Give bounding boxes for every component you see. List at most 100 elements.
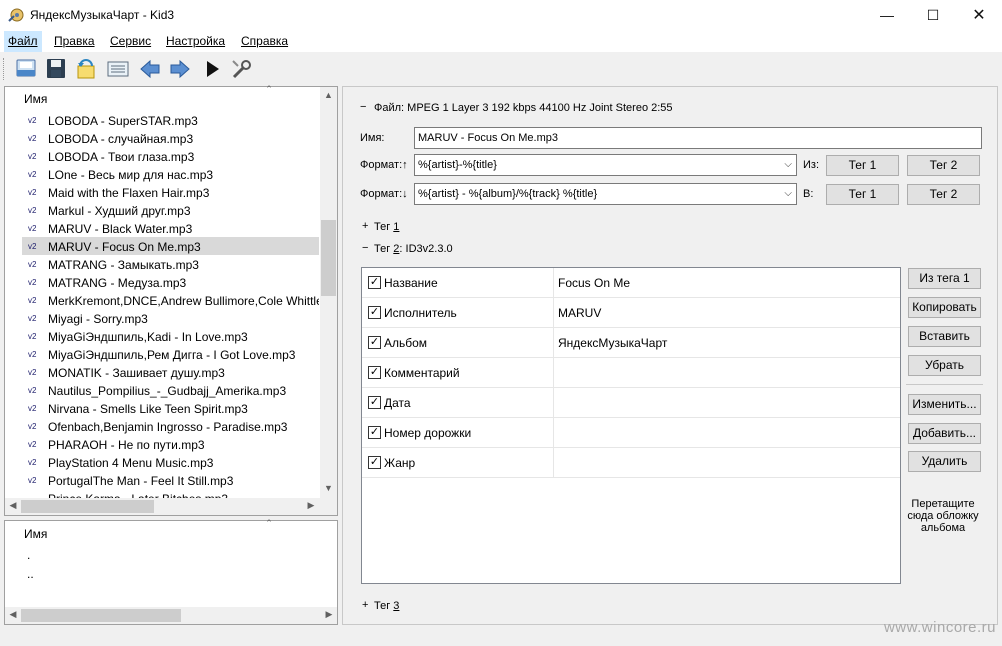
vscroll-thumb[interactable] bbox=[321, 220, 336, 296]
frame-checkbox[interactable]: ✓ bbox=[368, 336, 381, 349]
tag3-header[interactable]: Тег 3 bbox=[374, 600, 399, 612]
tag1-number: 1 bbox=[393, 221, 400, 233]
file-section-toggle[interactable]: − bbox=[360, 101, 366, 113]
file-list-vscrollbar[interactable]: ▲ ▼ bbox=[320, 87, 337, 498]
frame-checkbox[interactable]: ✓ bbox=[368, 396, 381, 409]
from-tag1-copy-button[interactable]: Из тега 1 bbox=[908, 268, 981, 289]
to-tag1-button[interactable]: Тег 1 bbox=[826, 184, 899, 205]
frame-checkbox[interactable]: ✓ bbox=[368, 276, 381, 289]
dir-scroll-right-icon[interactable]: ▶ bbox=[323, 609, 335, 620]
frame-checkbox[interactable]: ✓ bbox=[368, 306, 381, 319]
tag2-toggle[interactable]: − bbox=[362, 242, 368, 254]
file-row[interactable]: v2 Maid with the Flaxen Hair.mp3 bbox=[22, 183, 319, 201]
frame-row[interactable]: ✓ Альбом ЯндексМузыкаЧарт bbox=[362, 328, 900, 358]
file-row[interactable]: v2 LOBODA - SuperSTAR.mp3 bbox=[22, 111, 319, 129]
frame-value[interactable]: Focus On Me bbox=[558, 268, 630, 298]
dir-list-header[interactable]: Имя bbox=[24, 527, 47, 541]
minimize-button[interactable]: — bbox=[864, 0, 910, 31]
file-row[interactable]: v2 PortugalThe Man - Feel It Still.mp3 bbox=[22, 471, 319, 489]
revert-button[interactable] bbox=[72, 56, 100, 82]
file-row[interactable]: v2 Miyagi - Sorry.mp3 bbox=[22, 309, 319, 327]
menu-settings[interactable]: Настройка bbox=[162, 31, 229, 52]
file-row[interactable]: v2 MerkKremont,DNCE,Andrew Bullimore,Cole… bbox=[22, 291, 319, 309]
maximize-button[interactable]: ☐ bbox=[910, 0, 956, 31]
dir-list-hscrollbar[interactable]: ◀ ▶ bbox=[5, 607, 337, 624]
next-file-button[interactable] bbox=[166, 56, 194, 82]
delete-frame-button[interactable]: Удалить bbox=[908, 451, 981, 472]
format-up-combo[interactable]: %{artist}-%{title} ⌵ bbox=[414, 154, 797, 176]
scroll-down-icon[interactable]: ▼ bbox=[320, 483, 337, 493]
scroll-right-icon[interactable]: ▶ bbox=[305, 500, 317, 511]
file-row[interactable]: v2 LOne - Весь мир для нас.mp3 bbox=[22, 165, 319, 183]
file-row[interactable]: v2 Ofenbach,Benjamin Ingrosso - Paradise.… bbox=[22, 417, 319, 435]
to-tag2-button[interactable]: Тег 2 bbox=[907, 184, 980, 205]
frame-row[interactable]: ✓ Исполнитель MARUV bbox=[362, 298, 900, 328]
dir-item-current[interactable]: . bbox=[27, 548, 30, 562]
hscroll-thumb[interactable] bbox=[21, 500, 154, 513]
file-row[interactable]: v2 Nautilus_Pompilius_-_Gudbajj_Amerika.m… bbox=[22, 381, 319, 399]
file-row[interactable]: v2 MONATIK - Зашивает душу.mp3 bbox=[22, 363, 319, 381]
tag3-toggle[interactable]: + bbox=[362, 599, 368, 611]
frame-name: Жанр bbox=[384, 456, 416, 470]
menu-file[interactable]: Файл bbox=[4, 31, 42, 52]
file-row[interactable]: v2 MiyaGiЭндшпиль,Kadi - In Love.mp3 bbox=[22, 327, 319, 345]
file-row[interactable]: v2 MARUV - Focus On Me.mp3 bbox=[22, 237, 319, 255]
file-row[interactable]: v2 PlayStation 4 Menu Music.mp3 bbox=[22, 453, 319, 471]
play-button[interactable] bbox=[198, 56, 226, 82]
dir-hscroll-thumb[interactable] bbox=[21, 609, 181, 622]
open-folder-button[interactable] bbox=[12, 56, 40, 82]
tag1-header[interactable]: Тег 1 bbox=[374, 221, 399, 233]
close-button[interactable]: ✕ bbox=[956, 0, 1002, 31]
file-name: Nautilus_Pompilius_-_Gudbajj_Amerika.mp3 bbox=[48, 383, 287, 398]
dir-item-parent[interactable]: .. bbox=[27, 567, 34, 581]
frame-checkbox[interactable]: ✓ bbox=[368, 456, 381, 469]
file-row[interactable]: v2 MiyaGiЭндшпиль,Рем Дигга - I Got Love.… bbox=[22, 345, 319, 363]
file-row[interactable]: v2 Nirvana - Smells Like Teen Spirit.mp3 bbox=[22, 399, 319, 417]
scroll-left-icon[interactable]: ◀ bbox=[7, 500, 19, 511]
file-row[interactable]: v2 Markul - Худший друг.mp3 bbox=[22, 201, 319, 219]
frame-row[interactable]: ✓ Дата bbox=[362, 388, 900, 418]
paste-button[interactable]: Вставить bbox=[908, 326, 981, 347]
from-tag2-button[interactable]: Тег 2 bbox=[907, 155, 980, 176]
file-row[interactable]: v2 PHARAOH - Не по пути.mp3 bbox=[22, 435, 319, 453]
chevron-down-icon[interactable]: ⌵ bbox=[784, 184, 792, 204]
frame-checkbox[interactable]: ✓ bbox=[368, 366, 381, 379]
edit-frame-button[interactable]: Изменить... bbox=[908, 394, 981, 415]
frame-value[interactable]: ЯндексМузыкаЧарт bbox=[558, 328, 667, 358]
name-label: Имя: bbox=[360, 132, 385, 144]
copy-button[interactable]: Копировать bbox=[908, 297, 981, 318]
frame-row[interactable]: ✓ Название Focus On Me bbox=[362, 268, 900, 298]
frame-row[interactable]: ✓ Комментарий bbox=[362, 358, 900, 388]
file-list-hscrollbar[interactable]: ◀ ▶ bbox=[5, 498, 320, 515]
menu-help[interactable]: Справка bbox=[237, 31, 292, 52]
menu-tools[interactable]: Сервис bbox=[106, 31, 155, 52]
frame-row[interactable]: ✓ Номер дорожки bbox=[362, 418, 900, 448]
file-row[interactable]: v2 MATRANG - Медуза.mp3 bbox=[22, 273, 319, 291]
add-frame-button[interactable]: Добавить... bbox=[908, 423, 981, 444]
from-tag1-button[interactable]: Тег 1 bbox=[826, 155, 899, 176]
file-row[interactable]: v2 MATRANG - Замыкать.mp3 bbox=[22, 255, 319, 273]
file-list-header[interactable]: Имя bbox=[24, 92, 47, 106]
filename-input[interactable]: MARUV - Focus On Me.mp3 bbox=[414, 127, 982, 149]
file-row[interactable]: v2 LOBODA - Твои глаза.mp3 bbox=[22, 147, 319, 165]
remove-button[interactable]: Убрать bbox=[908, 355, 981, 376]
tag2-header[interactable]: Тег 2: ID3v2.3.0 bbox=[374, 243, 453, 255]
frame-checkbox[interactable]: ✓ bbox=[368, 426, 381, 439]
file-row[interactable]: v2 MARUV - Black Water.mp3 bbox=[22, 219, 319, 237]
chevron-down-icon[interactable]: ⌵ bbox=[784, 155, 792, 175]
previous-file-button[interactable] bbox=[136, 56, 164, 82]
settings-button[interactable] bbox=[228, 56, 256, 82]
menu-edit[interactable]: Правка bbox=[50, 31, 99, 52]
frame-value[interactable]: MARUV bbox=[558, 298, 601, 328]
file-row[interactable]: Prince Karma - Later Bitches.mp3 bbox=[22, 489, 319, 498]
tag1-toggle[interactable]: + bbox=[362, 220, 368, 232]
save-button[interactable] bbox=[42, 56, 70, 82]
format-down-combo[interactable]: %{artist} - %{album}/%{track} %{title} ⌵ bbox=[414, 183, 797, 205]
frame-row[interactable]: ✓ Жанр bbox=[362, 448, 900, 478]
cover-art-dropzone[interactable]: Перетащите сюда обложку альбома bbox=[903, 498, 983, 534]
format-down-label: Формат:↓ bbox=[360, 188, 408, 200]
file-row[interactable]: v2 LOBODA - случайная.mp3 bbox=[22, 129, 319, 147]
dir-scroll-left-icon[interactable]: ◀ bbox=[7, 609, 19, 620]
filelist-button[interactable] bbox=[104, 56, 132, 82]
scroll-up-icon[interactable]: ▲ bbox=[320, 90, 337, 100]
